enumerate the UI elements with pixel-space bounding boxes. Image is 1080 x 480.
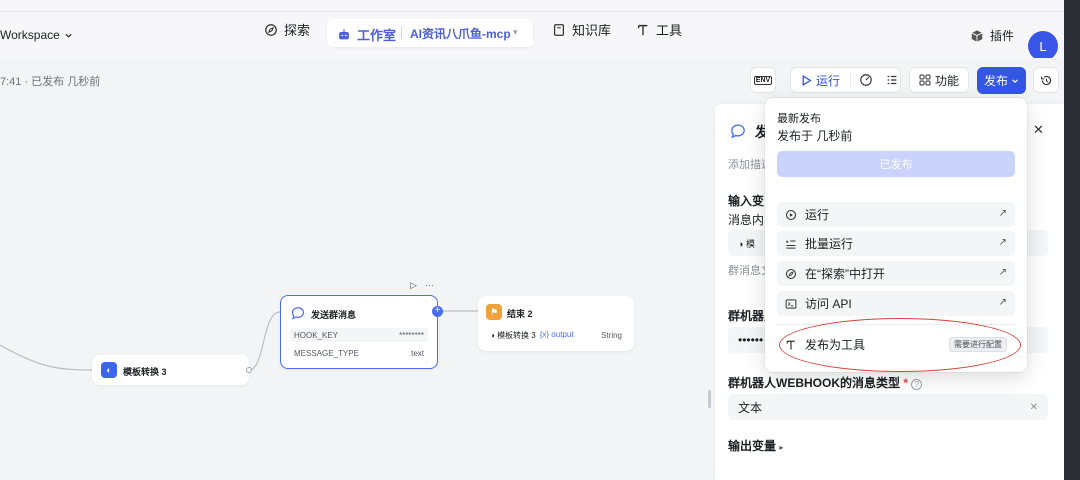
node-title: 结束 2 [507,309,533,319]
menu-item-open-in-explore[interactable]: 在“探索”中打开 ↗ [777,261,1015,286]
play-circle-icon [785,209,797,220]
end-flag-icon: ⚑ [486,304,502,320]
external-arrow-icon: ↗ [998,297,1007,308]
menu-item-run[interactable]: 运行 ↗ [777,202,1015,227]
menu-item-publish-as-tool[interactable]: 发布为工具 需要进行配置 [777,332,1015,357]
param-key: MESSAGE_TYPE [294,348,359,358]
published-time: 发布于 几秒前 [777,129,853,143]
features-label: 功能 [934,73,959,88]
webhook-type-label: 群机器人WEBHOOK的消息类型 * ? [728,374,923,391]
terminal-icon [785,298,797,309]
menu-item-label: 访问 API [805,297,852,311]
history-button[interactable] [1033,67,1059,93]
help-icon[interactable]: ? [911,379,923,390]
menu-item-label: 发布为工具 [805,338,866,352]
edge-template-to-send [248,311,281,371]
run-button[interactable]: 运行 [801,72,840,89]
panel-resize-handle[interactable] [708,390,711,408]
param-row: HOOK_KEY ******** [290,328,428,342]
add-node-icon[interactable]: + [432,306,443,317]
gauge-icon[interactable] [859,73,873,87]
param-value: ******** [399,330,424,340]
param-value: text [411,348,424,358]
output-type: String [601,331,622,340]
node-send-group-message[interactable]: 发送群消息 HOOK_KEY ******** MESSAGE_TYPE tex… [280,295,438,369]
masked-value: •••••• [738,333,764,347]
select-value: 文本 [738,400,763,415]
var-tag: ◑ 模 [738,238,755,249]
grid-icon [919,74,931,86]
field-label: 消息内 [728,213,765,227]
menu-item-access-api[interactable]: 访问 API ↗ [777,291,1015,316]
menu-divider [777,324,1015,325]
port-handle[interactable] [246,367,252,373]
chat-bubble-icon [291,307,305,320]
template-icon: ◐ [101,362,117,378]
output-var: {x} output [539,330,574,339]
output-mapping: ◑ 模板转换 3 {x} output [490,330,574,341]
publish-dropdown: 最新发布 发布于 几秒前 已发布 运行 ↗ 批量运行 ↗ 在“探索”中打开 ↗ … [765,98,1027,372]
section-input-vars: 输入变 [728,194,765,208]
node-actions: ▷ ··· [410,280,434,291]
os-dock-edge [1064,0,1080,480]
batch-run-icon [786,239,796,249]
external-arrow-icon: ↗ [998,208,1007,219]
env-icon: ENV [753,75,773,85]
config-required-badge: 需要进行配置 [949,337,1007,352]
publish-label: 发布 [983,74,1008,88]
latest-heading: 最新发布 [777,113,821,125]
play-icon[interactable]: ▷ [410,280,417,291]
edge-left-to-template [0,344,93,371]
node-template-convert[interactable]: ◐ 模板转换 3 [92,355,249,385]
caret-right-icon: ▸ [779,443,784,452]
publish-button[interactable]: 发布 [977,67,1026,94]
published-button[interactable]: 已发布 [777,151,1015,177]
menu-item-batch-run[interactable]: 批量运行 ↗ [777,231,1015,256]
features-button[interactable]: 功能 [909,67,969,93]
env-button[interactable]: ENV [750,67,776,93]
node-end[interactable]: ⚑ 结束 2 ◑ 模板转换 3 {x} output String [478,296,634,351]
external-arrow-icon: ↗ [998,237,1007,248]
more-icon[interactable]: ··· [425,280,434,291]
menu-item-label: 批量运行 [805,237,854,251]
source-node: ◑ 模板转换 3 [490,331,536,340]
run-label: 运行 [816,73,841,88]
history-icon [1040,75,1051,85]
param-row: MESSAGE_TYPE text [290,346,428,360]
menu-item-label: 在“探索”中打开 [805,267,885,281]
play-icon [802,74,812,86]
run-toolbar-group: 运行 [790,67,901,93]
node-title: 模板转换 3 [123,367,167,377]
explore-icon [785,268,797,279]
checklist-icon[interactable] [885,73,899,87]
chat-bubble-icon [731,124,745,139]
section-output-vars[interactable]: 输出变量 ▸ [728,437,783,454]
param-key: HOOK_KEY [294,330,339,340]
clear-icon[interactable]: ✕ [1030,402,1038,413]
node-title: 发送群消息 [311,310,357,320]
divider [850,73,852,87]
menu-item-label: 运行 [805,208,830,222]
external-arrow-icon: ↗ [998,267,1007,278]
close-icon[interactable]: ✕ [1033,122,1044,138]
chevron-down-icon [1012,78,1018,83]
webhook-type-select[interactable]: 文本 ✕ [728,394,1048,420]
hammer-icon [786,340,795,349]
